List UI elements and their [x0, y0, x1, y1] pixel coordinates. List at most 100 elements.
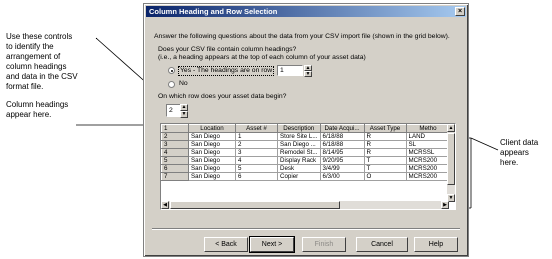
annotation-line: format file.	[6, 82, 44, 91]
annotation-line: Column headings	[6, 100, 69, 109]
table-cell[interactable]: San Diego	[188, 172, 236, 181]
csv-data-grid[interactable]: 1 Location Asset # Description Date Acqui...…	[160, 123, 456, 210]
column-heading-cell[interactable]: Asset Type	[363, 124, 407, 133]
table-row[interactable]: 6 San Diego 5 Desk 3/4/99 T MCRS200	[161, 164, 451, 173]
data-row-value: 2	[169, 107, 173, 114]
back-button[interactable]: < Back	[204, 237, 248, 252]
table-row[interactable]: 5 San Diego 4 Display Rack 9/20/95 T MCRS200	[161, 156, 451, 165]
table-cell[interactable]: Desk	[277, 164, 321, 173]
table-row[interactable]: 2 San Diego 1 Store Site L... 6/18/88 R LAND	[161, 132, 451, 141]
annotation-line: appears	[500, 148, 529, 157]
table-cell[interactable]: 2	[235, 140, 278, 149]
heading-row-input[interactable]: 1	[277, 65, 303, 76]
annotation-headings: Column headings appear here.	[6, 100, 68, 120]
column-heading-cell[interactable]: Date Acqui...	[319, 124, 365, 133]
column-heading-cell[interactable]: Location	[188, 124, 236, 133]
annotation-line: and data in the CSV	[6, 72, 78, 81]
annotation-line: Client data	[500, 138, 539, 147]
yes-radio-label[interactable]: Yes - The headings are on row	[178, 66, 275, 76]
row-number-cell[interactable]: 2	[161, 132, 189, 141]
close-icon: ×	[457, 8, 463, 15]
annotation-line: here.	[500, 158, 519, 167]
table-row[interactable]: 3 San Diego 2 San Diego ... 6/18/88 R SL	[161, 140, 451, 149]
close-button[interactable]: ×	[455, 7, 465, 16]
table-cell[interactable]: Store Site L...	[277, 132, 321, 141]
no-radio[interactable]	[168, 81, 175, 88]
table-cell[interactable]: T	[363, 164, 407, 173]
heading-row-spin-down[interactable]: ▼	[304, 71, 312, 77]
no-radio-label[interactable]: No	[179, 80, 188, 88]
table-cell[interactable]: R	[363, 148, 407, 157]
scroll-thumb[interactable]	[447, 133, 455, 185]
row-number-cell[interactable]: 4	[161, 148, 189, 157]
annotation-line: Use these controls	[6, 32, 73, 41]
row-number-cell[interactable]: 5	[161, 156, 189, 165]
table-cell[interactable]: Remodel St...	[277, 148, 321, 157]
table-cell[interactable]: MCRS200	[405, 156, 451, 165]
table-cell[interactable]: 6/18/88	[319, 132, 365, 141]
scroll-left-button[interactable]: ◀	[161, 201, 169, 209]
table-cell[interactable]: R	[363, 140, 407, 149]
horizontal-scrollbar[interactable]: ◀ ▶	[161, 201, 449, 209]
annotation-line: arrangement of	[6, 52, 61, 61]
data-row-spin-down[interactable]: ▼	[180, 111, 188, 118]
row-number-cell[interactable]: 7	[161, 172, 189, 181]
table-cell[interactable]: R	[363, 132, 407, 141]
data-row-spin-up[interactable]: ▲	[180, 104, 188, 111]
row-number-cell[interactable]: 6	[161, 164, 189, 173]
annotation-client-data: Client data appears here.	[500, 138, 538, 168]
table-cell[interactable]: San Diego	[188, 140, 236, 149]
scroll-right-button[interactable]: ▶	[441, 201, 449, 209]
annotation-line: to identify the	[6, 42, 54, 51]
table-cell[interactable]: San Diego	[188, 148, 236, 157]
table-cell[interactable]: 1	[235, 132, 278, 141]
dialog-titlebar[interactable]: Column Heading and Row Selection ×	[146, 6, 466, 17]
table-cell[interactable]: LAND	[405, 132, 451, 141]
scroll-up-button[interactable]: ▲	[447, 124, 455, 132]
next-button[interactable]: Next >	[249, 236, 295, 253]
table-cell[interactable]: 5	[235, 164, 278, 173]
table-cell[interactable]: 6	[235, 172, 278, 181]
header-row[interactable]: 1 Location Asset # Description Date Acqui...…	[161, 124, 451, 133]
table-cell[interactable]: O	[363, 172, 407, 181]
help-button[interactable]: Help	[414, 237, 458, 252]
table-cell[interactable]: MCRS200	[405, 164, 451, 173]
annotation-leader-line	[96, 38, 97, 39]
table-cell[interactable]: MCRS200	[405, 172, 451, 181]
table-cell[interactable]: SL	[405, 140, 451, 149]
csv-table: 1 Location Asset # Description Date Acqui...…	[161, 124, 451, 181]
yes-radio[interactable]	[168, 67, 175, 74]
annotation-controls: Use these controls to identify the arran…	[6, 32, 78, 92]
table-cell[interactable]: 8/14/95	[319, 148, 365, 157]
dialog-title: Column Heading and Row Selection	[149, 7, 278, 16]
vertical-scrollbar[interactable]: ▲ ▼	[447, 124, 455, 202]
finish-button[interactable]: Finish	[302, 237, 346, 252]
table-cell[interactable]: San Diego ...	[277, 140, 321, 149]
intro-text: Answer the following questions about the…	[154, 33, 450, 40]
table-cell[interactable]: T	[363, 156, 407, 165]
row-number-cell[interactable]: 3	[161, 140, 189, 149]
table-cell[interactable]: San Diego	[188, 132, 236, 141]
table-row[interactable]: 7 San Diego 6 Copier 6/3/00 O MCRS200	[161, 172, 451, 181]
table-cell[interactable]: 4	[235, 156, 278, 165]
column-heading-dialog: Column Heading and Row Selection × Answe…	[143, 3, 469, 257]
table-cell[interactable]: 3/4/99	[319, 164, 365, 173]
table-cell[interactable]: 3	[235, 148, 278, 157]
cancel-button[interactable]: Cancel	[356, 237, 408, 252]
column-heading-cell[interactable]: Description	[277, 124, 321, 133]
table-cell[interactable]: MCRSSL	[405, 148, 451, 157]
table-cell[interactable]: 9/20/95	[319, 156, 365, 165]
table-cell[interactable]: 6/3/00	[319, 172, 365, 181]
row-number-cell[interactable]: 1	[161, 124, 189, 133]
annotation-line: appear here.	[6, 110, 52, 119]
scroll-hthumb[interactable]	[170, 201, 340, 209]
table-cell[interactable]: San Diego	[188, 164, 236, 173]
table-cell[interactable]: San Diego	[188, 156, 236, 165]
question-headings-hint: (i.e., a heading appears at the top of e…	[158, 54, 366, 61]
table-cell[interactable]: Display Rack	[277, 156, 321, 165]
table-cell[interactable]: Copier	[277, 172, 321, 181]
table-cell[interactable]: 6/18/88	[319, 140, 365, 149]
table-row[interactable]: 4 San Diego 3 Remodel St... 8/14/95 R MCRSSL	[161, 148, 451, 157]
column-heading-cell[interactable]: Metho	[405, 124, 451, 133]
column-heading-cell[interactable]: Asset #	[235, 124, 278, 133]
